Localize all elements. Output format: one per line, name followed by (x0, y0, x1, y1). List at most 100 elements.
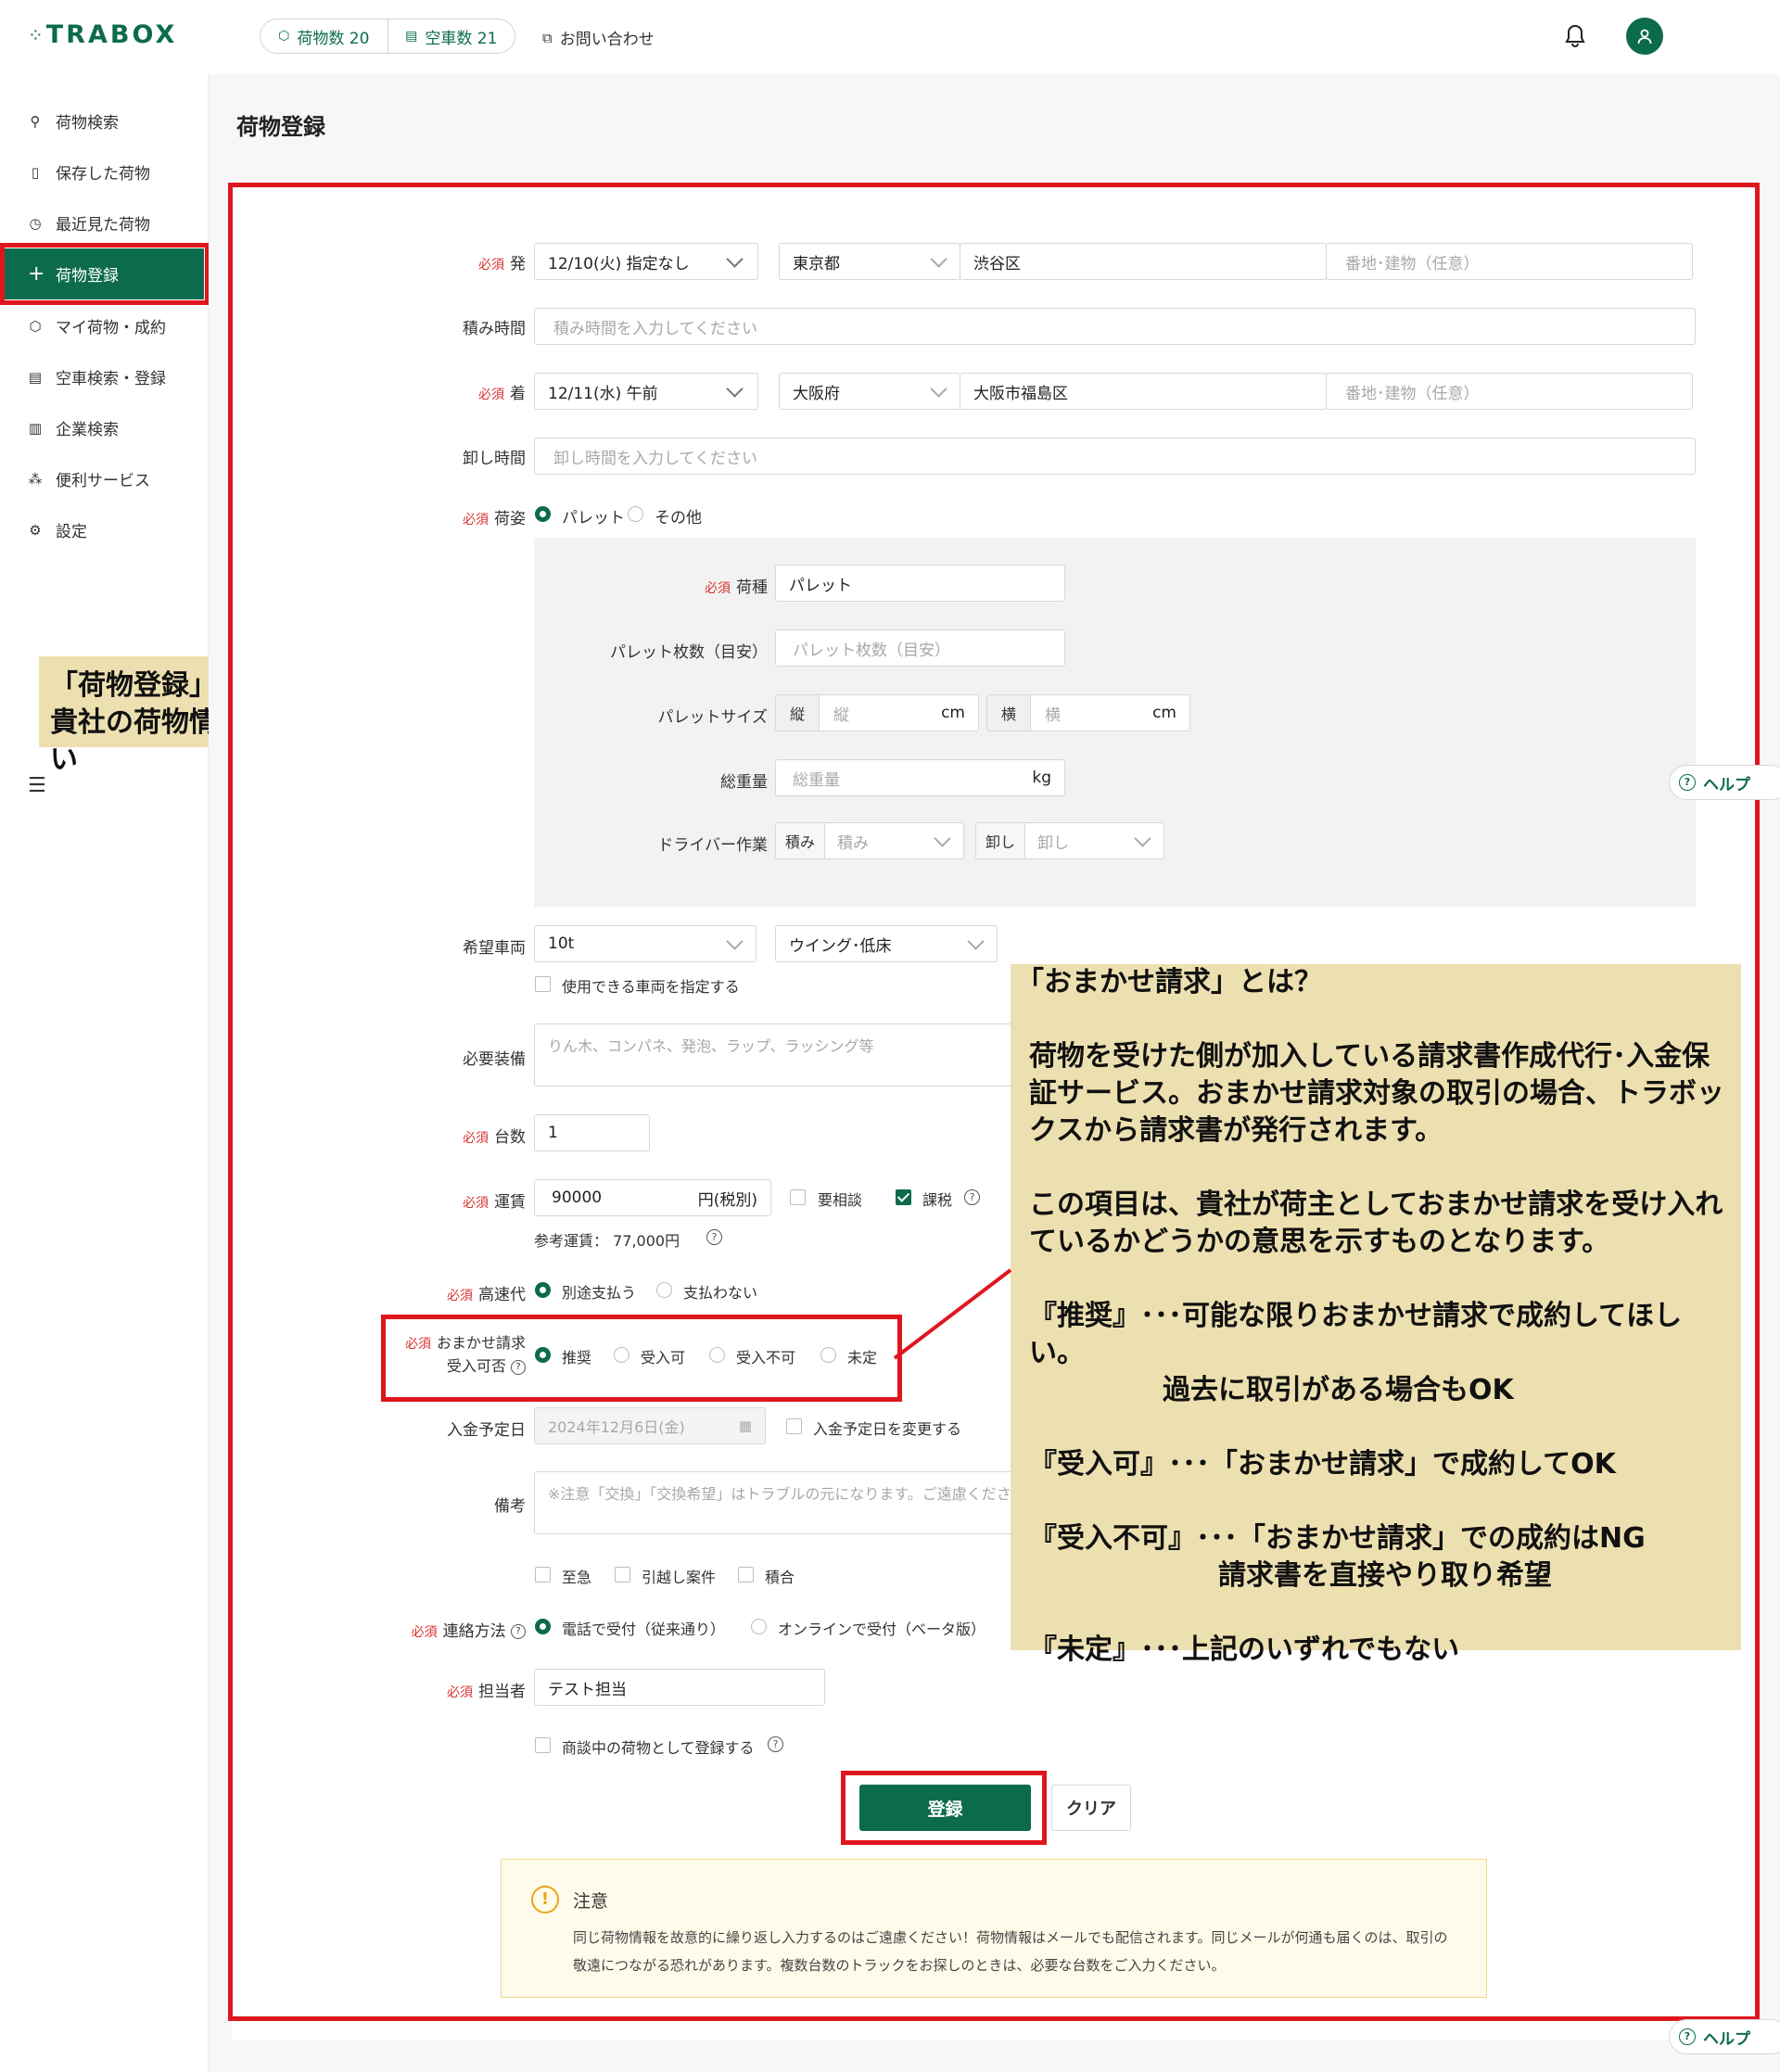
logo[interactable]: ⁘ TRABOX (28, 20, 177, 49)
calendar-icon: ▦ (738, 1417, 752, 1434)
page-title: 荷物登録 (236, 114, 325, 140)
notice-line1: 同じ荷物情報を故意的に繰り返し入力するのはご遠慮ください！荷物情報はメールでも配… (573, 1929, 1448, 1946)
payment-date-change-label: 入金予定日を変更する (813, 1420, 962, 1438)
sidebar-item-cargo-search[interactable]: ⚲ 荷物検索 (28, 109, 120, 133)
unloading-time-input[interactable]: 卸し時間を入力してください (534, 438, 1696, 475)
departure-prefecture-select[interactable]: 東京都 (779, 243, 960, 280)
sidebar-item-recent-cargo[interactable]: ◷ 最近見た荷物 (28, 211, 150, 235)
departure-address-input[interactable]: 番地･建物（任意） (1326, 243, 1693, 280)
sidebar-item-vehicle[interactable]: ▤ 空車検索・登録 (28, 365, 166, 389)
package-other-radio[interactable] (628, 506, 643, 522)
sidebar-item-my-cargo[interactable]: ⬡ マイ荷物・成約 (28, 314, 166, 338)
package-style-label: 必須 荷姿 (463, 510, 526, 528)
equipment-textarea[interactable]: りん木、コンパネ、発泡、ラップ、ラッシング等 (534, 1023, 1053, 1087)
vehicle-size-select[interactable]: 10t (534, 925, 756, 962)
contact-online-label: オンラインで受付（ベータ版） (778, 1621, 986, 1638)
help-circle-icon[interactable]: ? (706, 1229, 722, 1245)
package-pallet-radio[interactable] (535, 506, 551, 522)
logo-icon: ⁘ (28, 23, 44, 46)
loading-time-label: 積み時間 (463, 320, 526, 338)
payment-date-input[interactable]: 2024年12月6日(金) ▦ (534, 1407, 766, 1444)
chevron-down-icon (930, 380, 947, 398)
contact-online-radio[interactable] (751, 1619, 767, 1634)
urgent-label: 至急 (562, 1569, 592, 1586)
fare-taxable-checkbox[interactable] (896, 1189, 911, 1205)
truck-icon: ▤ (405, 29, 418, 44)
vehicle-count-button[interactable]: ▤ 空車数 21 (388, 19, 515, 53)
chevron-down-icon (726, 933, 744, 950)
fare-input[interactable]: 90000 円(税別) (534, 1179, 771, 1216)
arrival-prefecture-select[interactable]: 大阪府 (779, 373, 960, 410)
departure-date-select[interactable]: 12/10(火) 指定なし (534, 243, 758, 280)
contact-method-label: 必須 連絡方法 ? (412, 1618, 526, 1641)
annotation-connector (893, 1268, 1012, 1360)
vehicle-label: 希望車両 (463, 939, 526, 958)
units-label: 必須 台数 (463, 1128, 526, 1147)
vehicle-specify-label: 使用できる車両を指定する (562, 978, 740, 996)
sidebar-item-saved-cargo[interactable]: ▯ 保存した荷物 (28, 160, 150, 184)
avatar[interactable] (1626, 18, 1663, 55)
arrival-city-input[interactable]: 大阪市福島区 (960, 373, 1327, 410)
equipment-label: 必要装備 (463, 1050, 526, 1069)
contact-phone-radio[interactable] (535, 1619, 551, 1634)
sidebar-item-services[interactable]: ⁂ 便利サービス (28, 467, 151, 491)
pallet-size-label: パレットサイズ (657, 708, 769, 727)
total-weight-input[interactable]: 総重量 kg (775, 759, 1065, 796)
help-button[interactable]: ? ヘルプ (1669, 765, 1780, 800)
contact-phone-label: 電話で受付（従来通り） (562, 1621, 726, 1638)
fare-negotiable-label: 要相談 (818, 1191, 863, 1209)
total-weight-label: 総重量 (720, 773, 768, 792)
vehicle-specify-checkbox[interactable] (535, 976, 551, 992)
driver-unload-prefix: 卸し (976, 823, 1025, 858)
consolidated-checkbox[interactable] (738, 1567, 754, 1583)
sidebar-item-company-search[interactable]: ▥ 企業検索 (28, 416, 119, 440)
help-button-bottom[interactable]: ? ヘルプ (1669, 2019, 1780, 2054)
fare-negotiable-checkbox[interactable] (790, 1189, 806, 1205)
urgent-checkbox[interactable] (535, 1567, 551, 1583)
units-input[interactable]: 1 (534, 1114, 650, 1151)
sidebar-item-settings[interactable]: ⚙ 設定 (28, 518, 87, 542)
person-label: 必須 担当者 (447, 1683, 526, 1701)
driver-unload-select[interactable]: 卸し 卸し (975, 822, 1164, 859)
arrival-address-input[interactable]: 番地･建物（任意） (1326, 373, 1693, 410)
chevron-down-icon (726, 250, 744, 268)
arrival-date-select[interactable]: 12/11(水) 午前 (534, 373, 758, 410)
remarks-textarea[interactable]: ※注意「交換」「交換希望」はトラブルの元になります。ご遠慮ください。 (534, 1471, 1053, 1534)
remarks-label: 備考 (494, 1497, 526, 1516)
collapse-sidebar-icon[interactable]: ☰ (28, 774, 46, 797)
external-link-icon: ⧉ (542, 29, 553, 46)
driver-load-select[interactable]: 積み 積み (775, 822, 964, 859)
loading-time-input[interactable]: 積み時間を入力してください (534, 308, 1696, 345)
gear-icon: ⚙ (29, 521, 42, 539)
cargo-count-button[interactable]: ⬡ 荷物数 20 (261, 19, 388, 53)
truck-icon: ▤ (28, 368, 43, 386)
highway-none-radio[interactable] (656, 1282, 672, 1298)
pallet-length-input[interactable]: 縦 縦 cm (775, 694, 979, 731)
help-circle-icon[interactable]: ? (768, 1736, 783, 1752)
highlight-submit (841, 1771, 1047, 1845)
cargo-type-input[interactable]: パレット (775, 565, 1065, 602)
contact-link[interactable]: ⧉ お問い合わせ (542, 26, 655, 50)
moving-checkbox[interactable] (615, 1567, 630, 1583)
app-header: ⁘ TRABOX ⬡ 荷物数 20 ▤ 空車数 21 ⧉ お問い合わせ (0, 0, 1780, 75)
driver-work-label: ドライバー作業 (657, 836, 768, 855)
service-icon: ⁂ (28, 470, 43, 488)
pallet-length-prefix: 縦 (776, 695, 820, 731)
highlight-sidebar-register (0, 243, 210, 305)
help-circle-icon[interactable]: ? (511, 1624, 526, 1639)
departure-label: 必須発 (478, 255, 526, 273)
vehicle-type-select[interactable]: ウイング･低床 (775, 925, 998, 962)
help-circle-icon[interactable]: ? (964, 1189, 980, 1205)
payment-date-change-checkbox[interactable] (786, 1418, 802, 1434)
notice-title: 注意 (573, 1891, 609, 1912)
pallet-count-input[interactable]: パレット枚数（目安） (775, 629, 1065, 667)
pallet-width-input[interactable]: 横 横 cm (986, 694, 1190, 731)
chevron-down-icon (934, 830, 951, 847)
bell-icon[interactable] (1565, 24, 1585, 48)
negotiating-checkbox[interactable] (535, 1737, 551, 1753)
person-input[interactable]: テスト担当 (534, 1669, 825, 1706)
highway-separate-radio[interactable] (535, 1282, 551, 1298)
user-icon (1637, 29, 1652, 44)
clear-button[interactable]: クリア (1051, 1785, 1131, 1831)
departure-city-input[interactable]: 渋谷区 (960, 243, 1327, 280)
